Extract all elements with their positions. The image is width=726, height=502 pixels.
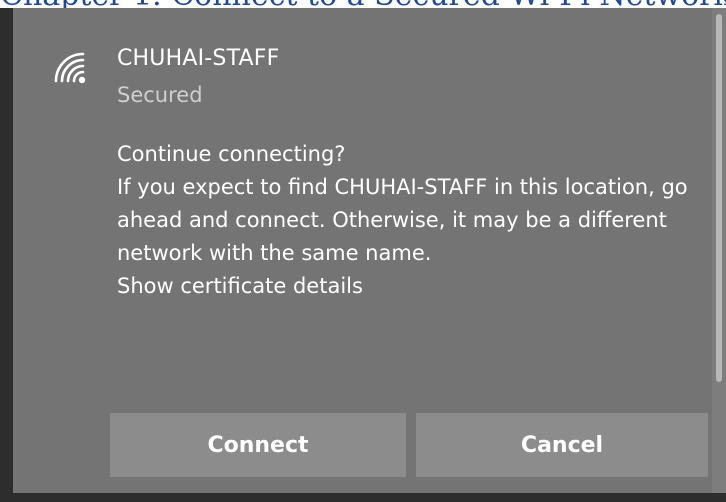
connect-prompt: Continue connecting? If you expect to fi… [117, 138, 707, 303]
scrollbar-thumb[interactable] [716, 14, 722, 382]
cancel-button[interactable]: Cancel [416, 413, 708, 477]
show-certificate-link[interactable]: Show certificate details [117, 270, 707, 303]
prompt-question: Continue connecting? [117, 142, 346, 166]
scrollbar[interactable] [712, 8, 726, 493]
wifi-flyout: CHUHAI-STAFF Secured Continue connecting… [0, 8, 726, 502]
prompt-body: If you expect to find CHUHAI-STAFF in th… [117, 175, 688, 265]
wifi-signal-icon [54, 52, 86, 84]
connect-button[interactable]: Connect [110, 413, 406, 477]
network-security-status: Secured [117, 83, 203, 107]
network-item-panel: CHUHAI-STAFF Secured Continue connecting… [13, 8, 726, 493]
network-name: CHUHAI-STAFF [117, 46, 280, 71]
